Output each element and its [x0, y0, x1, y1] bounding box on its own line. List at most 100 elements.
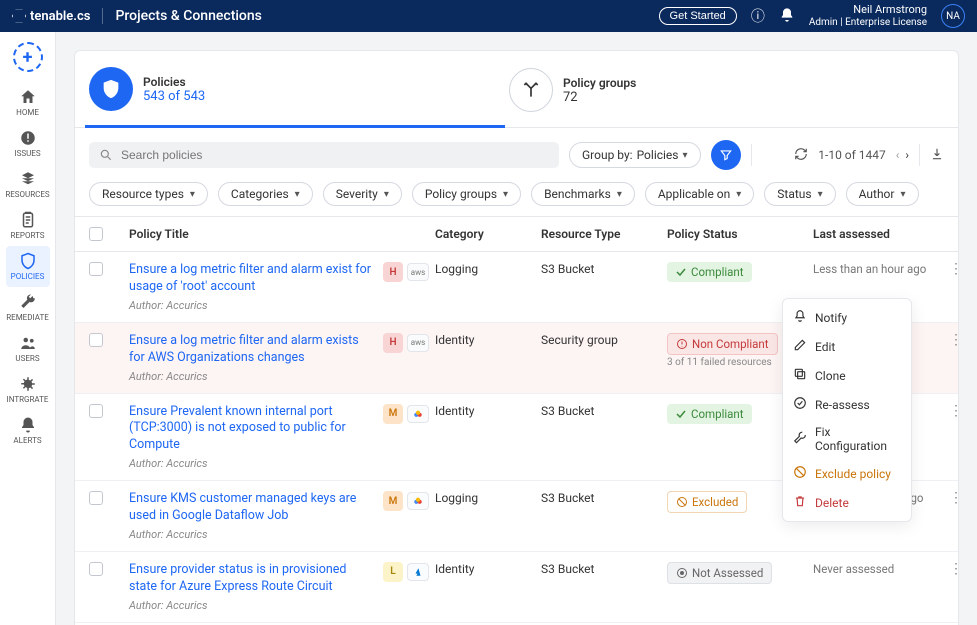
filter-chip-status[interactable]: Status▾: [764, 182, 835, 206]
menu-item-re-assess[interactable]: Re-assess: [783, 390, 911, 419]
wrench-icon: [793, 431, 807, 448]
col-title: Policy Title: [129, 227, 429, 241]
group-by-select[interactable]: Group by: Policies ▾: [569, 142, 701, 168]
get-started-button[interactable]: Get Started: [659, 7, 737, 25]
chevron-down-icon: ▾: [190, 189, 195, 200]
severity-badge: H: [383, 262, 403, 282]
search-box[interactable]: [89, 142, 559, 168]
category-cell: Identity: [435, 333, 535, 347]
controls-row: Group by: Policies ▾ 1-10 of 1447 ‹ ›: [75, 128, 958, 182]
download-icon[interactable]: [930, 147, 944, 164]
row-menu-button[interactable]: ⋮: [949, 562, 967, 576]
group-by-label: Group by:: [582, 148, 633, 162]
category-cell: Identity: [435, 404, 535, 418]
filter-chip-benchmarks[interactable]: Benchmarks▾: [531, 182, 635, 206]
menu-item-exclude-policy[interactable]: Exclude policy: [783, 459, 911, 488]
row-checkbox[interactable]: [89, 562, 103, 576]
menu-item-edit[interactable]: Edit: [783, 332, 911, 361]
aws-icon: aws: [407, 263, 429, 281]
policy-title-link[interactable]: Ensure a log metric filter and alarm exi…: [129, 262, 373, 296]
copy-icon: [793, 367, 807, 384]
filter-chip-severity[interactable]: Severity▾: [323, 182, 402, 206]
help-icon[interactable]: ⓘ: [751, 6, 765, 26]
filter-chip-policy-groups[interactable]: Policy groups▾: [412, 182, 521, 206]
assessed-cell: Never assessed: [813, 562, 943, 576]
status-badge: Compliant: [667, 262, 752, 282]
author-text: Author: Accurics: [129, 299, 373, 312]
ban-icon: [793, 465, 807, 482]
rail-item-intrgrate[interactable]: INTRGRATE: [6, 369, 50, 410]
policy-title-link[interactable]: Ensure KMS customer managed keys are use…: [129, 491, 373, 525]
search-input[interactable]: [121, 148, 549, 162]
row-menu-button[interactable]: ⋮: [949, 491, 967, 505]
filter-chip-categories[interactable]: Categories▾: [218, 182, 313, 206]
row-context-menu: NotifyEditCloneRe-assessFix Configuratio…: [782, 298, 912, 522]
col-resource: Resource Type: [541, 227, 661, 241]
group-by-value: Policies: [637, 148, 679, 162]
row-checkbox[interactable]: [89, 262, 103, 276]
status-badge: Excluded: [667, 491, 747, 513]
row-menu-button[interactable]: ⋮: [949, 262, 967, 276]
rail-item-home[interactable]: HOME: [6, 82, 50, 123]
prev-page-button[interactable]: ‹: [896, 148, 900, 162]
severity-badge: M: [383, 491, 403, 511]
rail-item-users[interactable]: USERS: [6, 328, 50, 369]
rail-item-reports[interactable]: REPORTS: [6, 205, 50, 246]
severity-badge: M: [383, 404, 403, 424]
filter-button[interactable]: [711, 140, 741, 170]
brand-logo[interactable]: tenable.cs: [12, 9, 90, 24]
pencil-icon: [793, 338, 807, 355]
filter-chip-author[interactable]: Author▾: [846, 182, 919, 206]
menu-item-delete[interactable]: Delete: [783, 488, 911, 517]
menu-item-notify[interactable]: Notify: [783, 303, 911, 332]
divider: [751, 144, 752, 166]
split-icon: [509, 68, 553, 112]
bell-icon: [793, 309, 807, 326]
rail-item-policies[interactable]: POLICIES: [6, 246, 50, 287]
menu-item-fix-configuration[interactable]: Fix Configuration: [783, 419, 911, 459]
col-category: Category: [435, 227, 535, 241]
create-button[interactable]: +: [13, 42, 43, 72]
tab-policy-groups[interactable]: Policy groups 72: [505, 61, 925, 127]
azure-icon: [407, 563, 429, 581]
policies-count: 543 of 543: [143, 89, 205, 104]
rail-label: REPORTS: [10, 231, 44, 240]
policy-title-link[interactable]: Ensure provider status is in provisioned…: [129, 562, 373, 596]
rail-item-resources[interactable]: RESOURCES: [6, 164, 50, 205]
author-text: Author: Accurics: [129, 457, 373, 470]
avatar[interactable]: NA: [941, 4, 965, 28]
rail-label: RESOURCES: [5, 190, 49, 199]
filter-chip-applicable-on[interactable]: Applicable on▾: [645, 182, 754, 206]
next-page-button[interactable]: ›: [905, 148, 909, 162]
select-all-checkbox[interactable]: [89, 227, 103, 241]
resource-cell: S3 Bucket: [541, 562, 661, 576]
col-status: Policy Status: [667, 227, 807, 241]
notification-bell-icon[interactable]: [779, 7, 795, 26]
tab-policies[interactable]: Policies 543 of 543: [85, 61, 505, 128]
rail-item-alerts[interactable]: ALERTS: [6, 410, 50, 451]
menu-item-clone[interactable]: Clone: [783, 361, 911, 390]
col-assessed: Last assessed: [813, 227, 943, 241]
category-cell: Identity: [435, 562, 535, 576]
rail-label: REMEDIATE: [6, 313, 49, 322]
chevron-down-icon: ▾: [384, 189, 389, 200]
chevron-down-icon: ▾: [900, 189, 905, 200]
rail-label: ISSUES: [14, 149, 40, 158]
policy-title-link[interactable]: Ensure a log metric filter and alarm exi…: [129, 333, 373, 367]
refresh-icon[interactable]: [794, 147, 808, 164]
filter-chip-resource-types[interactable]: Resource types▾: [89, 182, 208, 206]
row-checkbox[interactable]: [89, 491, 103, 505]
check-icon: [793, 396, 807, 413]
row-checkbox[interactable]: [89, 333, 103, 347]
policy-title-link[interactable]: Ensure Prevalent known internal port (TC…: [129, 404, 373, 455]
page-title: Projects & Connections: [102, 8, 261, 24]
rail-item-remediate[interactable]: REMEDIATE: [6, 287, 50, 328]
user-block[interactable]: Neil Armstrong Admin | Enterprise Licens…: [809, 4, 927, 27]
row-menu-button[interactable]: ⋮: [949, 404, 967, 418]
row-checkbox[interactable]: [89, 404, 103, 418]
chevron-down-icon: ▾: [683, 150, 688, 161]
rail-item-issues[interactable]: ISSUES: [6, 123, 50, 164]
severity-badge: L: [383, 562, 403, 582]
row-menu-button[interactable]: ⋮: [949, 333, 967, 347]
filter-chip-row: Resource types▾ Categories▾ Severity▾ Polic…: [75, 182, 958, 216]
